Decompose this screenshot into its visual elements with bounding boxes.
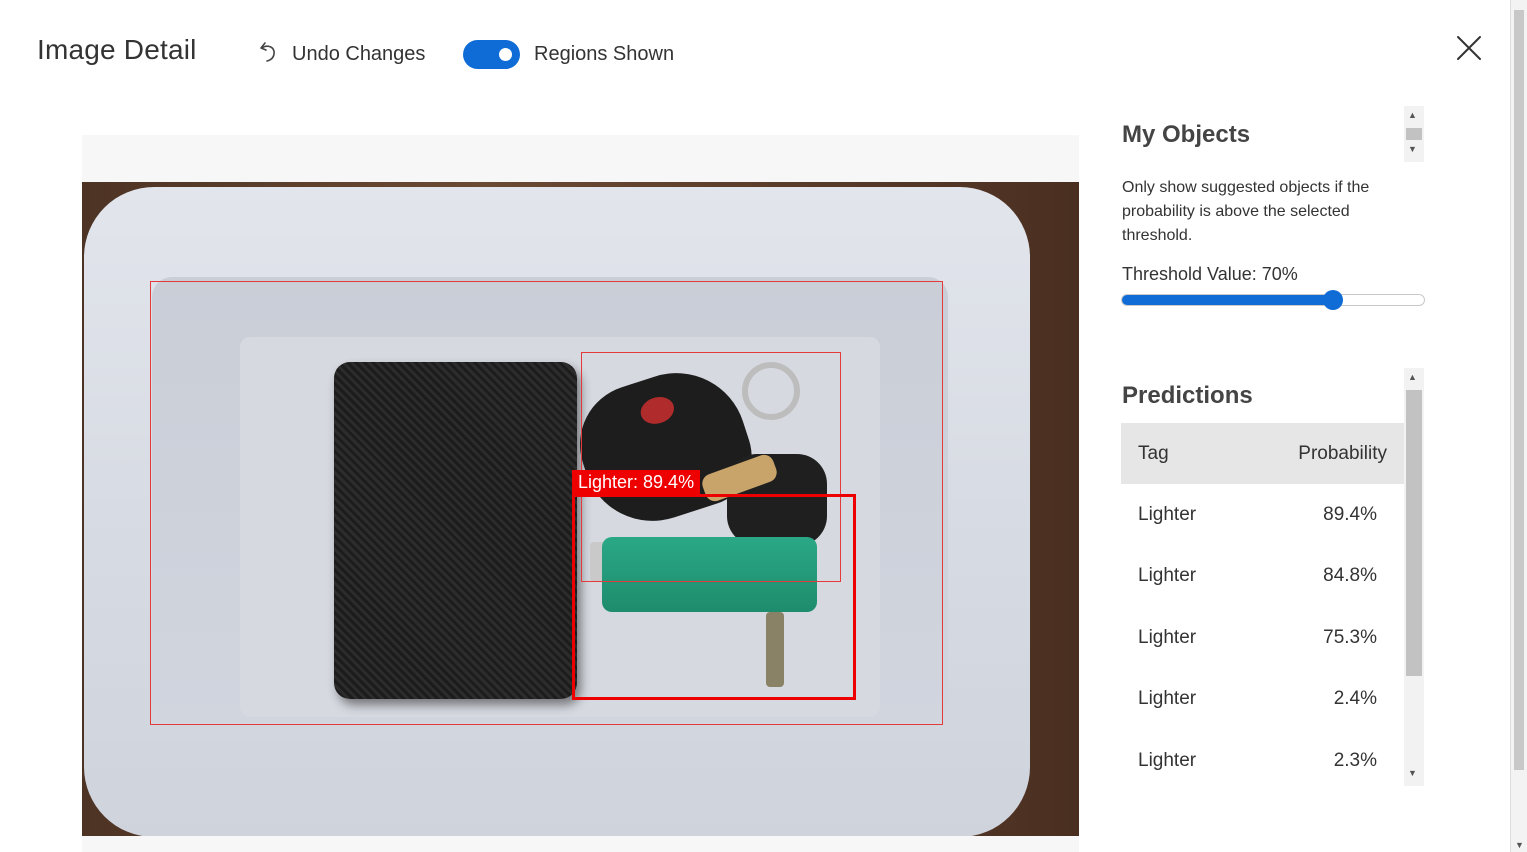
regions-shown-label: Regions Shown: [534, 43, 675, 65]
table-row[interactable]: Lighter 2.4%: [1121, 669, 1404, 731]
close-icon: [1457, 36, 1481, 60]
scroll-down-arrow-icon[interactable]: ▼: [1408, 144, 1417, 154]
scroll-down-arrow-icon[interactable]: ▼: [1408, 768, 1417, 778]
undo-changes-label: Undo Changes: [292, 43, 426, 65]
row-probability: 2.3%: [1333, 749, 1377, 771]
table-row[interactable]: Lighter 75.3%: [1121, 607, 1404, 669]
table-row[interactable]: Lighter 2.3%: [1121, 730, 1404, 792]
row-probability: 89.4%: [1323, 503, 1377, 525]
row-tag: Lighter: [1138, 503, 1197, 525]
my-objects-title: My Objects: [1122, 121, 1251, 148]
predictions-table: Tag Probability Lighter 89.4% Lighter 84…: [1121, 423, 1404, 792]
threshold-slider-fill: [1122, 295, 1334, 305]
regions-shown-toggle[interactable]: Regions Shown: [463, 40, 674, 69]
predictions-title: Predictions: [1122, 382, 1253, 409]
threshold-slider[interactable]: [1121, 290, 1425, 310]
row-probability: 2.4%: [1333, 688, 1377, 710]
predictions-scroll-thumb[interactable]: [1406, 390, 1422, 676]
region-box-lighter[interactable]: [572, 494, 856, 700]
row-tag: Lighter: [1138, 565, 1197, 587]
threshold-description: Only show suggested objects if the proba…: [1122, 179, 1370, 244]
undo-icon: [258, 40, 280, 69]
row-probability: 84.8%: [1323, 565, 1377, 587]
toggle-knob: [499, 48, 512, 61]
row-probability: 75.3%: [1323, 626, 1377, 648]
row-tag: Lighter: [1138, 749, 1197, 771]
scroll-up-arrow-icon[interactable]: ▲: [1408, 372, 1417, 382]
threshold-slider-handle[interactable]: [1323, 290, 1344, 310]
scroll-up-arrow-icon[interactable]: ▲: [1408, 110, 1417, 120]
row-tag: Lighter: [1138, 626, 1197, 648]
page-title: Image Detail: [37, 34, 197, 65]
scroll-down-arrow-icon[interactable]: ▼: [1515, 840, 1524, 850]
table-header: Tag Probability: [1121, 423, 1404, 484]
column-header-tag[interactable]: Tag: [1138, 443, 1169, 465]
page-scrollbar[interactable]: ▼: [1510, 0, 1527, 852]
my-objects-scrollbar[interactable]: ▲ ▼: [1404, 106, 1424, 162]
row-tag: Lighter: [1138, 688, 1197, 710]
column-header-probability[interactable]: Probability: [1298, 443, 1387, 465]
threshold-label: Threshold Value: 70%: [1122, 264, 1298, 284]
undo-changes-button[interactable]: Undo Changes: [258, 40, 425, 69]
predictions-scrollbar[interactable]: ▲ ▼: [1404, 368, 1424, 786]
table-row[interactable]: Lighter 89.4%: [1121, 484, 1404, 546]
my-objects-scroll-thumb[interactable]: [1406, 128, 1422, 140]
page-scrollbar-thumb[interactable]: [1514, 10, 1524, 770]
table-row[interactable]: Lighter 84.8%: [1121, 546, 1404, 608]
close-button[interactable]: [1455, 34, 1483, 62]
region-label: Lighter: 89.4%: [572, 470, 701, 495]
toggle-switch[interactable]: [463, 40, 520, 69]
